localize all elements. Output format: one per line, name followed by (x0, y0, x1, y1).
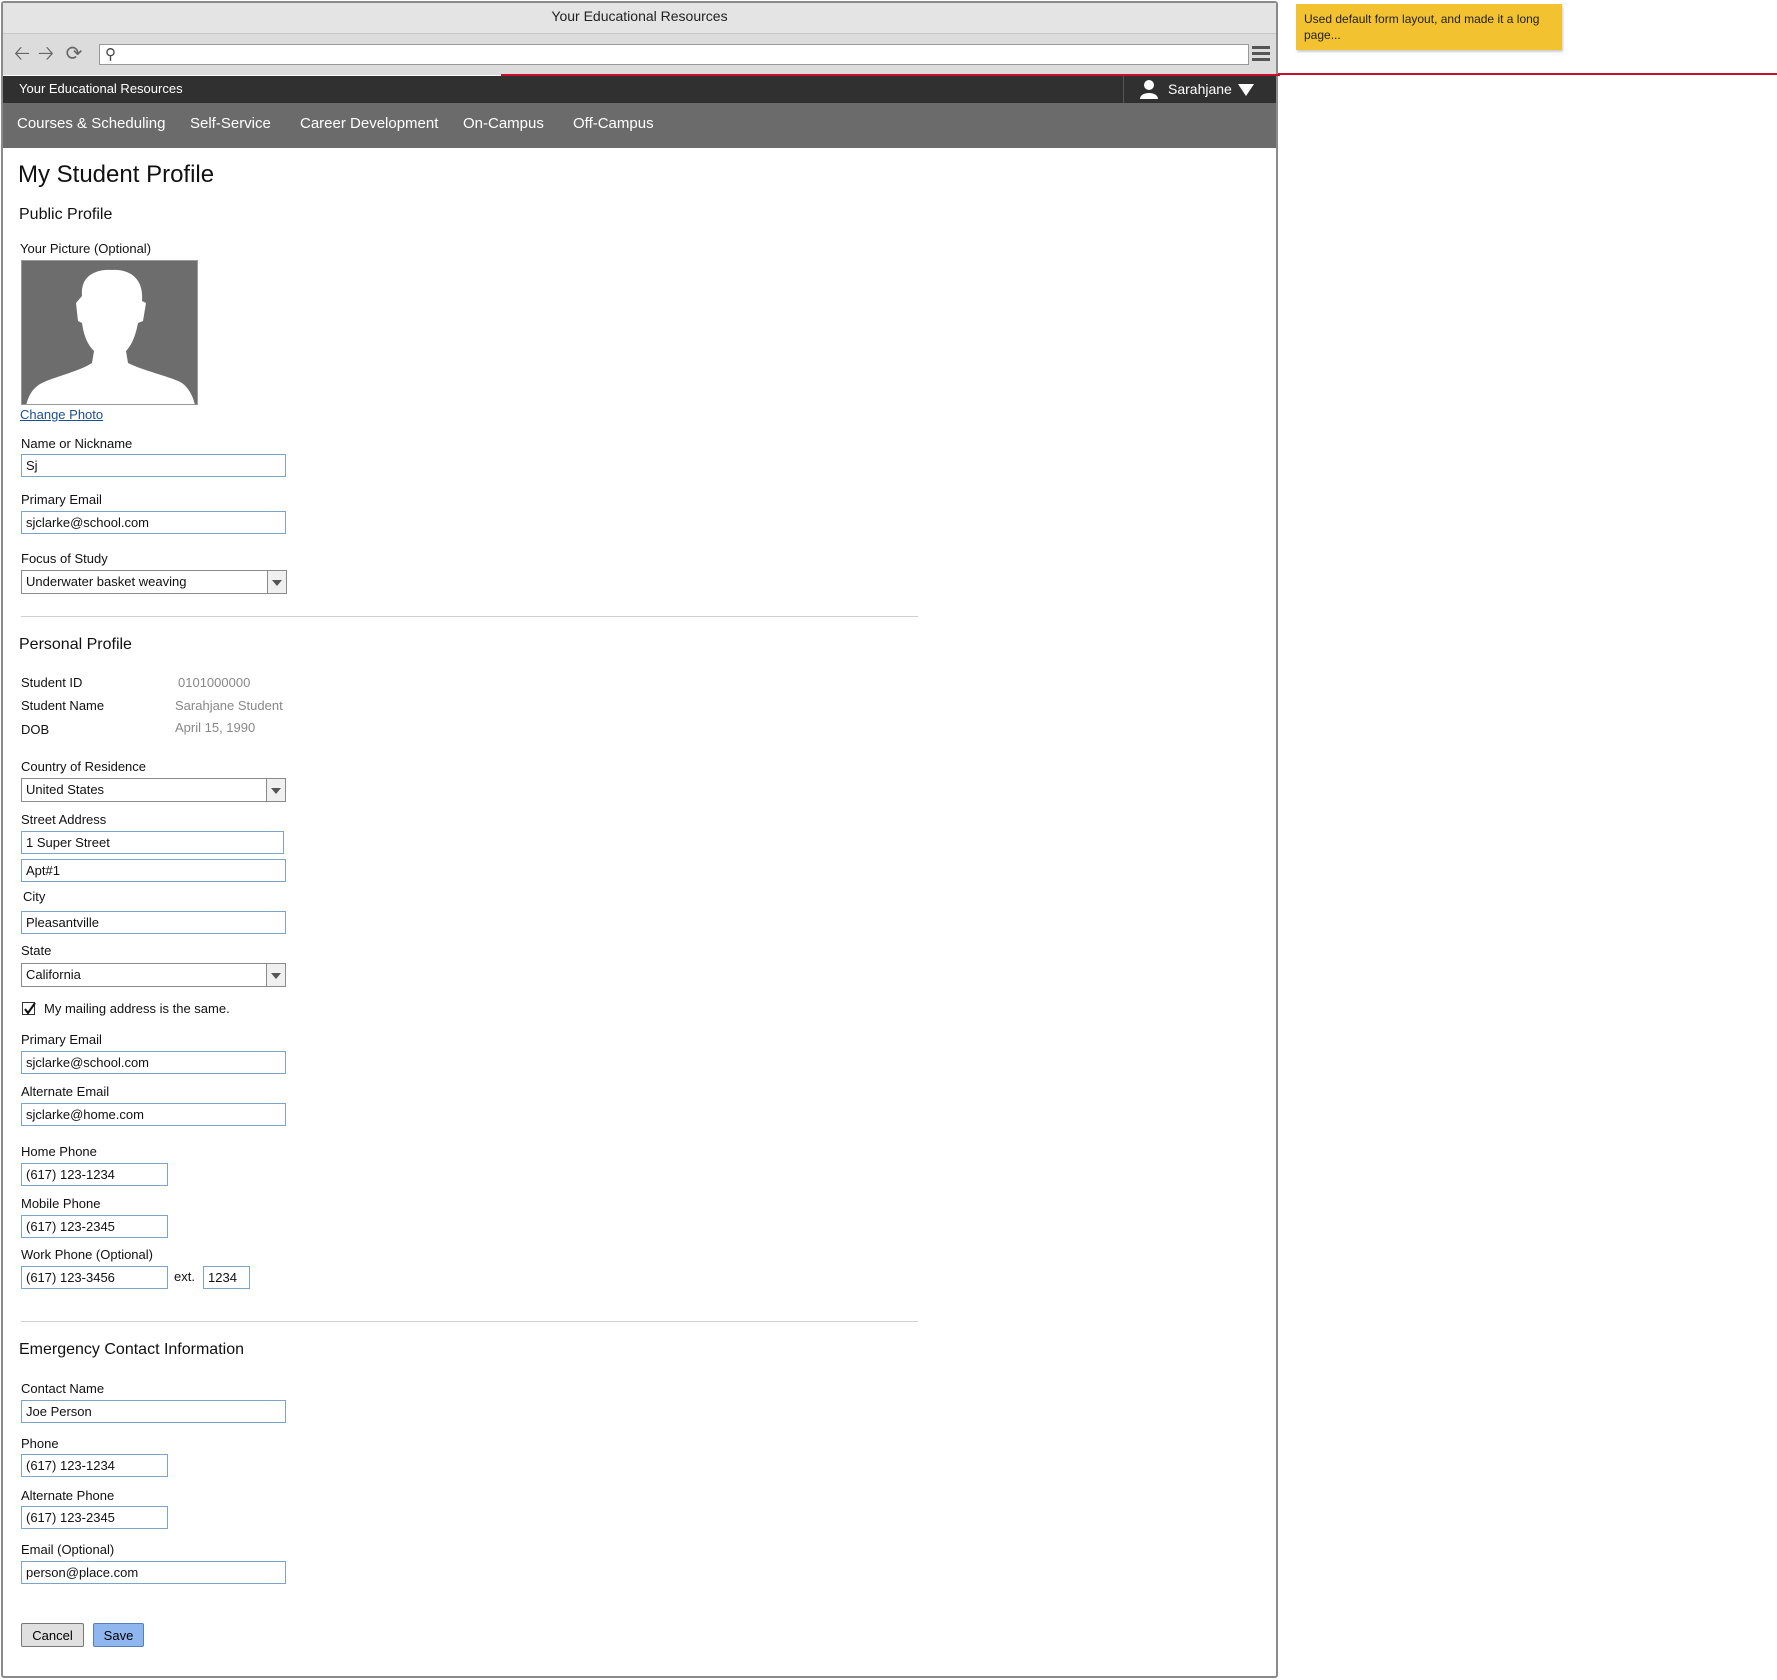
dropdown-arrow-icon (267, 571, 286, 593)
checkmark-icon (24, 1002, 36, 1015)
nav-off-campus[interactable]: Off-Campus (573, 103, 654, 145)
home-phone-input[interactable]: (617) 123-1234 (21, 1163, 168, 1186)
focus-value: Underwater basket weaving (26, 574, 187, 589)
back-arrow-icon[interactable]: 🡠 (11, 43, 33, 65)
dob-value: April 15, 1990 (175, 720, 256, 735)
state-select[interactable]: California (21, 963, 286, 987)
student-name-label: Student Name (21, 698, 105, 713)
site-brand[interactable]: Your Educational Resources (19, 76, 183, 102)
contact-name-label: Contact Name (21, 1381, 105, 1396)
change-photo-link[interactable]: Change Photo (20, 407, 103, 422)
dropdown-arrow-icon (266, 779, 285, 801)
emergency-alt-phone-label: Alternate Phone (21, 1488, 115, 1503)
emergency-email-label: Email (Optional) (21, 1542, 115, 1557)
user-name: Sarahjane (1168, 81, 1232, 97)
reload-icon[interactable]: ⟳ (63, 43, 85, 65)
extension-label: ext. (174, 1269, 195, 1284)
street-line2-input[interactable]: Apt#1 (21, 859, 286, 882)
emergency-heading: Emergency Contact Information (19, 1341, 244, 1358)
caret-down-icon (1238, 84, 1254, 96)
dob-label: DOB (21, 722, 50, 737)
page-title: My Student Profile (18, 161, 215, 188)
primary-email-input[interactable]: sjclarke@school.com (21, 511, 286, 534)
browser-title: Your Educational Resources (3, 3, 1276, 34)
mailing-same-label: My mailing address is the same. (44, 1001, 230, 1016)
person-silhouette-icon (26, 269, 195, 404)
annotation-sticky-note: Used default form layout, and made it a … (1296, 4, 1562, 50)
extension-input[interactable]: 1234 (203, 1266, 250, 1289)
nav-courses-scheduling[interactable]: Courses & Scheduling (17, 103, 165, 145)
nav-on-campus[interactable]: On-Campus (463, 103, 544, 145)
emergency-alt-phone-input[interactable]: (617) 123-2345 (21, 1506, 168, 1529)
city-input[interactable]: Pleasantville (21, 911, 286, 934)
emergency-email-input[interactable]: person@place.com (21, 1561, 286, 1584)
alternate-email-label: Alternate Email (21, 1084, 110, 1099)
dropdown-arrow-icon (266, 964, 285, 986)
forward-arrow-icon[interactable]: 🡢 (35, 43, 57, 65)
country-select[interactable]: United States (21, 778, 286, 802)
site-topbar: Your Educational Resources Sarahjane (3, 76, 1276, 103)
hamburger-menu-icon[interactable] (1252, 46, 1270, 64)
work-phone-input[interactable]: (617) 123-3456 (21, 1266, 168, 1289)
avatar-placeholder (21, 260, 198, 405)
search-icon: ⚲ (105, 46, 116, 63)
focus-select[interactable]: Underwater basket weaving (21, 570, 287, 594)
primary-email-label: Primary Email (21, 492, 102, 507)
user-icon (1140, 80, 1158, 99)
emergency-phone-input[interactable]: (617) 123-1234 (21, 1454, 168, 1477)
personal-profile-heading: Personal Profile (19, 636, 132, 653)
mailing-same-checkbox[interactable] (22, 1002, 36, 1015)
cancel-button[interactable]: Cancel (21, 1623, 84, 1647)
nav-career-development[interactable]: Career Development (300, 103, 438, 145)
student-id-label: Student ID (21, 675, 83, 690)
street-label: Street Address (21, 812, 107, 827)
alternate-email-input[interactable]: sjclarke@home.com (21, 1103, 286, 1126)
address-bar[interactable]: ⚲ (99, 44, 1249, 65)
user-menu[interactable]: Sarahjane (1123, 76, 1276, 103)
main-nav: Courses & Scheduling Self-Service Career… (3, 103, 1276, 148)
name-label: Name or Nickname (21, 436, 133, 451)
save-button[interactable]: Save (93, 1623, 144, 1647)
street-line1-input[interactable]: 1 Super Street (21, 831, 284, 854)
country-label: Country of Residence (21, 759, 147, 774)
student-name-value: Sarahjane Student (175, 698, 283, 713)
home-phone-label: Home Phone (21, 1144, 97, 1159)
country-value: United States (26, 782, 105, 797)
nav-self-service[interactable]: Self-Service (190, 103, 271, 145)
primary-email-label: Primary Email (21, 1032, 102, 1047)
emergency-phone-label: Phone (21, 1436, 59, 1451)
annotation-line (1278, 73, 1777, 75)
divider (21, 616, 918, 617)
browser-toolbar: 🡠 🡢 ⟳ ⚲ (3, 34, 1276, 75)
city-label: City (23, 889, 46, 904)
browser-window: Your Educational Resources 🡠 🡢 ⟳ ⚲ Your … (1, 1, 1280, 1678)
work-phone-label: Work Phone (Optional) (21, 1247, 153, 1262)
student-id-value: 0101000000 (178, 675, 251, 690)
primary-email-input[interactable]: sjclarke@school.com (21, 1051, 286, 1074)
public-profile-heading: Public Profile (19, 206, 113, 223)
state-label: State (21, 943, 52, 958)
contact-name-input[interactable]: Joe Person (21, 1400, 286, 1423)
mobile-phone-input[interactable]: (617) 123-2345 (21, 1215, 168, 1238)
name-input[interactable]: Sj (21, 454, 286, 477)
mobile-phone-label: Mobile Phone (21, 1196, 101, 1211)
picture-label: Your Picture (Optional) (20, 241, 152, 256)
focus-label: Focus of Study (21, 551, 108, 566)
divider (21, 1321, 918, 1322)
state-value: California (26, 967, 81, 982)
